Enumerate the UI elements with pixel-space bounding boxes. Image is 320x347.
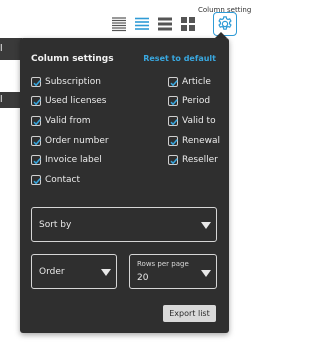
panel-title: Column settings <box>31 54 114 64</box>
page: l l Column settings Column settings Rese… <box>0 0 251 347</box>
checkbox-label: Valid from <box>45 115 91 126</box>
checkbox[interactable] <box>168 154 178 165</box>
checkbox-label: Renewal <box>182 135 221 146</box>
checkbox[interactable] <box>31 154 41 165</box>
list-view-icon[interactable] <box>110 15 128 33</box>
check-icon <box>33 79 41 86</box>
rows-per-page-label: Rows per page <box>137 260 189 268</box>
checkbox[interactable] <box>31 135 41 146</box>
checkbox-label: Used licenses <box>45 95 107 106</box>
checkbox[interactable] <box>31 76 41 87</box>
column-settings-panel: Column settings Reset to default Subscri… <box>20 38 229 333</box>
rows-per-page-select[interactable]: Rows per page 20 <box>129 254 217 289</box>
check-icon <box>33 177 41 184</box>
checkbox-label: Contact <box>45 174 81 185</box>
background-cell-text: l <box>0 44 3 54</box>
column-toggle-valid-from[interactable]: Valid from <box>31 114 91 127</box>
order-label: Order <box>39 267 65 277</box>
column-toggle-invoice-label[interactable]: Invoice label <box>31 153 102 166</box>
sort-by-select[interactable]: Sort by <box>31 207 217 242</box>
reset-to-default-link[interactable]: Reset to default <box>143 54 216 63</box>
checkbox-label: Valid to <box>182 115 216 126</box>
column-toggle-used-licenses[interactable]: Used licenses <box>31 94 107 107</box>
column-toggle-contact[interactable]: Contact <box>31 173 80 186</box>
check-icon <box>170 118 178 125</box>
order-select[interactable]: Order <box>31 254 117 289</box>
checkbox-label: Period <box>182 95 211 106</box>
checkbox-label: Subscription <box>45 76 101 87</box>
check-icon <box>170 98 178 105</box>
column-toggle-article[interactable]: Article <box>168 75 211 88</box>
check-icon <box>170 79 178 86</box>
check-icon <box>33 157 41 164</box>
check-icon <box>170 138 178 145</box>
background-cell-text: l <box>0 95 3 105</box>
column-toggle-subscription[interactable]: Subscription <box>31 75 101 88</box>
check-icon <box>33 98 41 105</box>
check-icon <box>33 138 41 145</box>
chevron-down-icon <box>201 270 211 277</box>
checkbox-label: Order number <box>45 135 109 146</box>
background-table-cell: l <box>0 92 22 108</box>
checkbox[interactable] <box>31 115 41 126</box>
checkbox[interactable] <box>168 135 178 146</box>
chevron-down-icon <box>101 269 111 276</box>
background-table-cell: l <box>0 38 22 60</box>
sort-by-label: Sort by <box>39 220 72 230</box>
grid-view-icon[interactable] <box>179 15 197 33</box>
column-toggle-renewal[interactable]: Renewal <box>168 134 220 147</box>
checkbox[interactable] <box>31 174 41 185</box>
checkbox-label: Invoice label <box>45 154 102 165</box>
checkbox[interactable] <box>31 95 41 106</box>
check-icon <box>170 157 178 164</box>
column-toggle-valid-to[interactable]: Valid to <box>168 114 216 127</box>
compact-list-view-icon[interactable] <box>133 15 151 33</box>
chevron-down-icon <box>201 222 211 229</box>
rows-per-page-value: 20 <box>137 273 149 283</box>
gear-icon <box>218 16 232 30</box>
column-toggle-reseller[interactable]: Reseller <box>168 153 218 166</box>
column-toggle-period[interactable]: Period <box>168 94 210 107</box>
checkbox[interactable] <box>168 95 178 106</box>
check-icon <box>33 118 41 125</box>
checkbox-label: Reseller <box>182 154 218 165</box>
checkbox[interactable] <box>168 76 178 87</box>
export-list-button[interactable]: Export list <box>163 305 216 322</box>
column-toggle-order-number[interactable]: Order number <box>31 134 109 147</box>
wide-list-view-icon[interactable] <box>156 15 174 33</box>
checkbox[interactable] <box>168 115 178 126</box>
checkbox-label: Article <box>182 76 211 87</box>
